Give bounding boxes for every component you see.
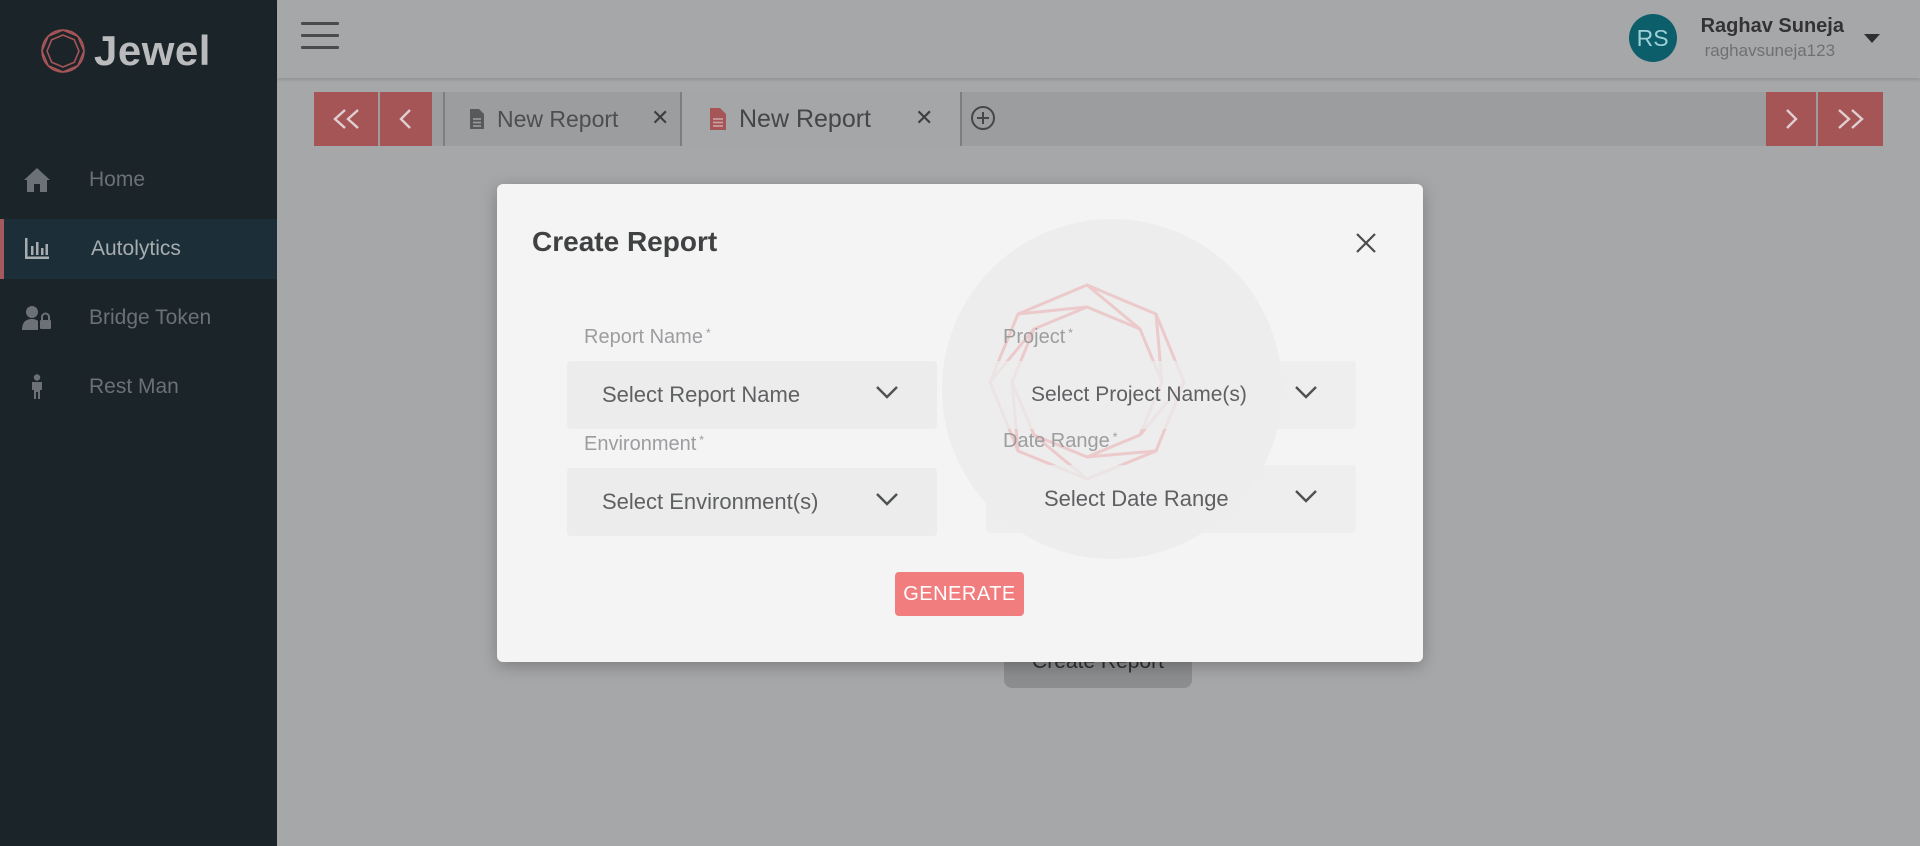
caret-down-icon[interactable]	[1864, 33, 1880, 43]
double-chevron-left-icon	[333, 109, 359, 129]
scroll-first-button[interactable]	[314, 92, 378, 146]
environment-select[interactable]: Select Environment(s)	[567, 468, 937, 536]
project-select[interactable]: Select Project Name(s)	[986, 361, 1356, 429]
sidebar-item-rest-man[interactable]: Rest Man	[0, 357, 277, 417]
project-value: Select Project Name(s)	[1031, 383, 1247, 406]
document-icon	[470, 109, 484, 129]
logo[interactable]: Jewel	[38, 26, 211, 76]
avatar[interactable]: RS	[1628, 14, 1677, 62]
user-name: Raghav Suneja	[1700, 15, 1844, 37]
sidebar: Jewel Home Autolytics Bridge Token Rest …	[0, 0, 277, 846]
person-icon	[22, 372, 52, 402]
create-report-modal: Create Report Report Name * Select Report…	[497, 184, 1423, 662]
tab-close-icon[interactable]: ✕	[651, 105, 669, 131]
add-tab-button[interactable]	[970, 105, 996, 136]
logo-text: Jewel	[94, 27, 211, 74]
report-name-label: Report Name *	[584, 326, 711, 348]
chevron-down-icon	[876, 386, 898, 399]
date-range-label: Date Range *	[1003, 430, 1118, 452]
project-label: Project *	[1003, 326, 1073, 348]
sidebar-nav: Home Autolytics Bridge Token Rest Man	[0, 150, 277, 426]
report-name-value: Select Report Name	[602, 382, 801, 407]
tab-new-report-1[interactable]: New Report ✕	[445, 92, 680, 146]
date-range-value: Select Date Range	[1044, 486, 1229, 511]
chevron-down-icon	[876, 493, 898, 506]
chevron-down-icon	[1295, 386, 1317, 399]
date-range-select[interactable]: Select Date Range	[986, 465, 1356, 533]
sidebar-item-bridge-token[interactable]: Bridge Token	[0, 288, 277, 348]
tab-label: New Report	[739, 104, 871, 133]
hamburger-menu-icon[interactable]	[301, 22, 339, 50]
tab-new-report-2[interactable]: New Report ✕	[682, 92, 960, 146]
tab-bar: New Report ✕ New Report ✕	[314, 92, 1883, 146]
generate-button[interactable]: GENERATE	[895, 572, 1024, 616]
tab-separator	[960, 92, 962, 146]
environment-label: Environment *	[584, 433, 704, 455]
chevron-right-icon	[1786, 109, 1798, 129]
report-name-select[interactable]: Select Report Name	[567, 361, 937, 429]
bar-chart-icon	[22, 234, 52, 264]
user-lock-icon	[22, 303, 52, 333]
tab-close-icon[interactable]: ✕	[915, 105, 933, 131]
plus-circle-icon	[971, 106, 995, 130]
sidebar-item-home[interactable]: Home	[0, 150, 277, 210]
sidebar-item-label: Home	[89, 168, 146, 191]
sidebar-item-label: Autolytics	[91, 237, 181, 260]
top-header: RS Raghav Suneja raghavsuneja123	[277, 0, 1920, 78]
jewel-logo-icon	[41, 29, 85, 73]
user-menu[interactable]: RS Raghav Suneja raghavsuneja123	[1628, 14, 1880, 62]
sidebar-item-label: Rest Man	[89, 375, 179, 398]
close-icon[interactable]	[1351, 228, 1381, 258]
sidebar-item-label: Bridge Token	[89, 306, 212, 329]
chevron-down-icon	[1295, 490, 1317, 503]
user-info: Raghav Suneja raghavsuneja123	[1701, 15, 1844, 61]
double-chevron-right-icon	[1837, 109, 1864, 129]
user-handle: raghavsuneja123	[1704, 41, 1836, 60]
scroll-next-button[interactable]	[1766, 92, 1816, 146]
home-icon	[22, 165, 52, 195]
modal-title: Create Report	[532, 226, 718, 257]
chevron-left-icon	[399, 109, 411, 129]
environment-value: Select Environment(s)	[602, 489, 819, 514]
scroll-prev-button[interactable]	[380, 92, 432, 146]
tab-label: New Report	[497, 105, 619, 132]
scroll-last-button[interactable]	[1818, 92, 1883, 146]
sidebar-item-autolytics[interactable]: Autolytics	[0, 219, 277, 279]
document-icon	[710, 108, 726, 130]
